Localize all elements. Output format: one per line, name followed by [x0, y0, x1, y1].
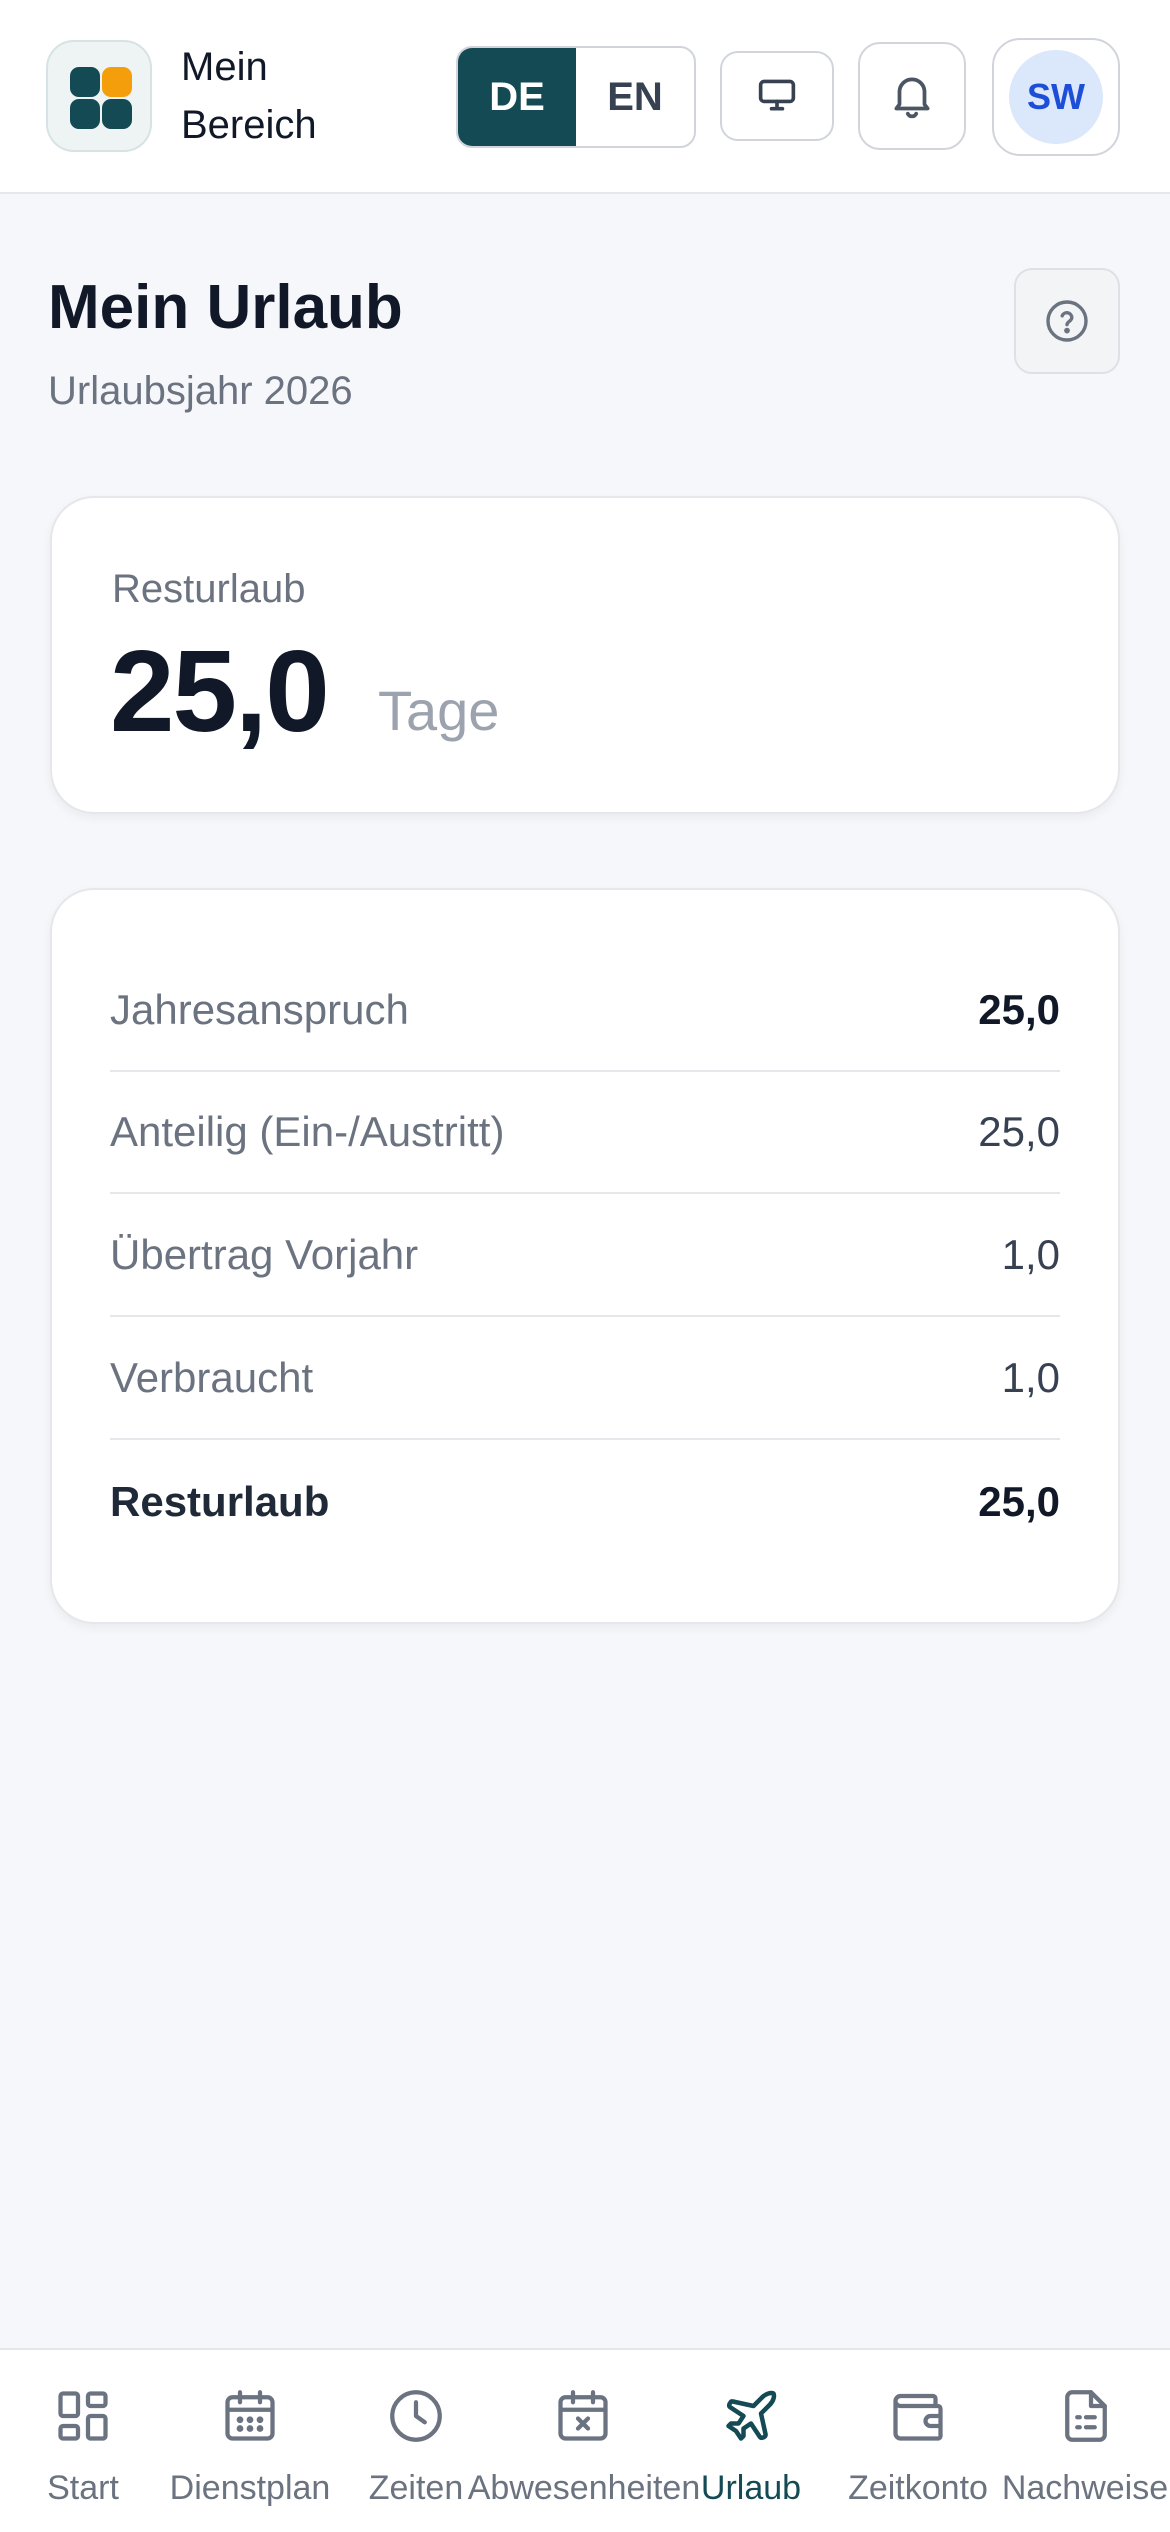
nav-label: Dienstplan: [169, 2469, 331, 2507]
nav-item-dienstplan[interactable]: Dienstplan: [166, 2350, 333, 2532]
help-button[interactable]: [1014, 268, 1120, 374]
nav-item-start[interactable]: Start: [0, 2350, 166, 2532]
app: Mein Bereich DE EN SW Mein Urlaub Urlaub…: [0, 0, 1170, 2532]
detail-value: 25,0: [978, 1108, 1060, 1155]
detail-row-remaining: Resturlaub 25,0: [110, 1441, 1060, 1563]
calendar-x-icon: [558, 2390, 608, 2441]
lang-en-button[interactable]: EN: [576, 48, 694, 146]
detail-label: Übertrag Vorjahr: [110, 1231, 419, 1278]
nav-item-nachweise[interactable]: Nachweise: [1001, 2350, 1170, 2532]
language-switch: DE EN: [456, 46, 696, 148]
clock-icon: [390, 2390, 442, 2442]
profile-button[interactable]: SW: [992, 38, 1120, 156]
remaining-leave-unit: Tage: [378, 679, 500, 742]
nav-item-zeitkonto[interactable]: Zeitkonto: [834, 2350, 1001, 2532]
detail-row-annual-entitlement: Jahresanspruch 25,0: [110, 950, 1060, 1072]
bottom-navigation: Start Dienstplan Zeiten Abwesenheiten Ur…: [0, 2348, 1170, 2532]
document-icon: [1065, 2390, 1107, 2442]
nav-item-abwesenheiten[interactable]: Abwesenheiten: [468, 2350, 700, 2532]
brand-line-1: Mein: [181, 45, 268, 89]
detail-value: 1,0: [1001, 1231, 1060, 1278]
detail-row-prorated: Anteilig (Ein-/Austritt) 25,0: [110, 1072, 1060, 1194]
brand-title: Mein Bereich: [181, 38, 361, 154]
detail-value: 25,0: [978, 1478, 1060, 1525]
nav-label: Zeiten: [368, 2469, 464, 2507]
nav-label: Abwesenheiten: [467, 2469, 701, 2507]
page-title: Mein Urlaub: [48, 273, 403, 342]
help-circle-icon: [1046, 300, 1088, 342]
nav-item-urlaub[interactable]: Urlaub: [667, 2350, 834, 2532]
detail-label: Resturlaub: [110, 1478, 330, 1525]
nav-label: Start: [47, 2469, 119, 2507]
display-mode-button[interactable]: [720, 51, 834, 141]
detail-value: 1,0: [1001, 1354, 1060, 1401]
remaining-leave-label: Resturlaub: [112, 567, 306, 611]
top-header: Mein Bereich DE EN SW: [0, 0, 1170, 194]
nav-label: Nachweise: [1001, 2469, 1169, 2507]
app-logo-icon[interactable]: [46, 40, 152, 152]
nav-label: Zeitkonto: [848, 2469, 988, 2507]
detail-label: Verbraucht: [110, 1354, 314, 1401]
lang-de-button[interactable]: DE: [458, 48, 576, 146]
detail-row-carryover: Übertrag Vorjahr 1,0: [110, 1195, 1060, 1317]
grid-icon: [58, 2391, 108, 2441]
detail-label: Anteilig (Ein-/Austritt): [110, 1108, 505, 1155]
plane-icon: [726, 2390, 777, 2441]
nav-label: Urlaub: [700, 2469, 802, 2507]
detail-label: Jahresanspruch: [110, 986, 409, 1033]
calendar-grid-icon: [225, 2390, 275, 2441]
page-subtitle: Urlaubsjahr 2026: [48, 369, 353, 413]
notifications-button[interactable]: [858, 42, 966, 150]
bell-icon: [894, 77, 930, 119]
avatar: SW: [1009, 50, 1103, 144]
detail-value: 25,0: [978, 986, 1060, 1033]
monitor-icon: [758, 79, 796, 111]
wallet-icon: [893, 2393, 943, 2441]
brand-line-2: Bereich: [181, 103, 317, 147]
detail-row-used: Verbraucht 1,0: [110, 1318, 1060, 1440]
remaining-leave-value: 25,0: [110, 626, 330, 756]
